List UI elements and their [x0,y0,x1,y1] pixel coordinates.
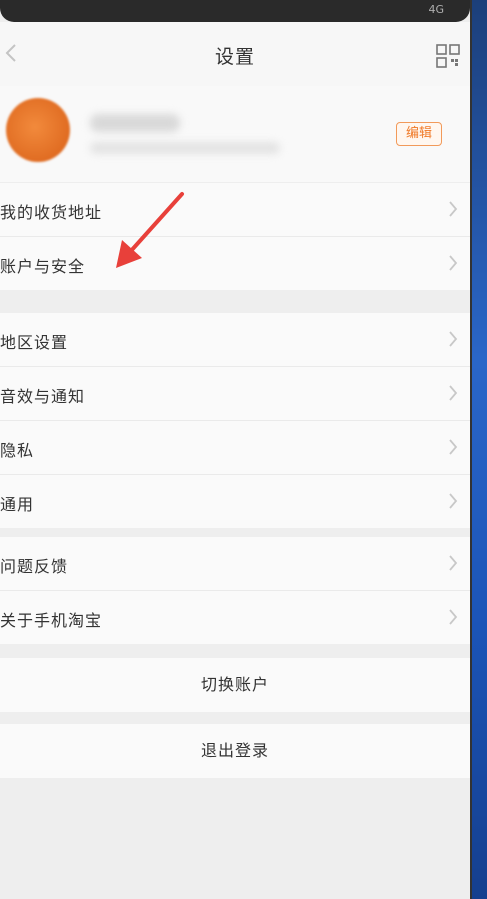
row-sound-notifications[interactable]: 音效与通知 [0,367,470,421]
username-blurred [90,114,180,132]
row-shipping-address[interactable]: 我的收货地址 [0,183,470,237]
qr-code-icon[interactable] [436,44,460,68]
row-label: 地区设置 [0,333,69,352]
network-indicator: 4G [428,3,444,16]
settings-group-help: 问题反馈 关于手机淘宝 [0,537,470,644]
chevron-right-icon [448,200,458,218]
nav-header: 设置 [0,22,470,86]
avatar[interactable] [6,98,70,162]
chevron-right-icon [448,254,458,272]
row-label: 问题反馈 [0,557,69,576]
row-general[interactable]: 通用 [0,475,470,528]
logout-button[interactable]: 退出登录 [0,724,470,778]
status-bar: 4G [0,0,470,22]
phone-frame: 4G 设置 编辑 我的收货地址 账户与安全 地区设置 音效与通知 隐私 通用 问… [0,0,487,899]
row-label: 我的收货地址 [0,203,103,222]
user-info-blurred [90,142,280,154]
row-feedback[interactable]: 问题反馈 [0,537,470,591]
settings-group-general: 地区设置 音效与通知 隐私 通用 [0,313,470,528]
row-label: 账户与安全 [0,257,86,276]
chevron-right-icon [448,438,458,456]
row-label: 关于手机淘宝 [0,611,103,630]
row-privacy[interactable]: 隐私 [0,421,470,475]
edit-profile-button[interactable]: 编辑 [396,122,442,146]
row-label: 通用 [0,495,35,514]
page-title: 设置 [214,46,255,68]
settings-screen: 4G 设置 编辑 我的收货地址 账户与安全 地区设置 音效与通知 隐私 通用 问… [0,0,472,899]
row-account-security[interactable]: 账户与安全 [0,237,470,290]
row-region-settings[interactable]: 地区设置 [0,313,470,367]
row-label: 音效与通知 [0,387,86,406]
chevron-right-icon [448,554,458,572]
chevron-right-icon [448,330,458,348]
chevron-right-icon [448,492,458,510]
row-label: 隐私 [0,441,35,460]
row-about-taobao[interactable]: 关于手机淘宝 [0,591,470,644]
switch-account-button[interactable]: 切换账户 [0,658,470,712]
chevron-right-icon [448,384,458,402]
profile-card[interactable]: 编辑 [0,86,470,182]
settings-group-address-security: 我的收货地址 账户与安全 [0,183,470,290]
annotation-arrow-icon [116,192,184,268]
chevron-right-icon [448,608,458,626]
